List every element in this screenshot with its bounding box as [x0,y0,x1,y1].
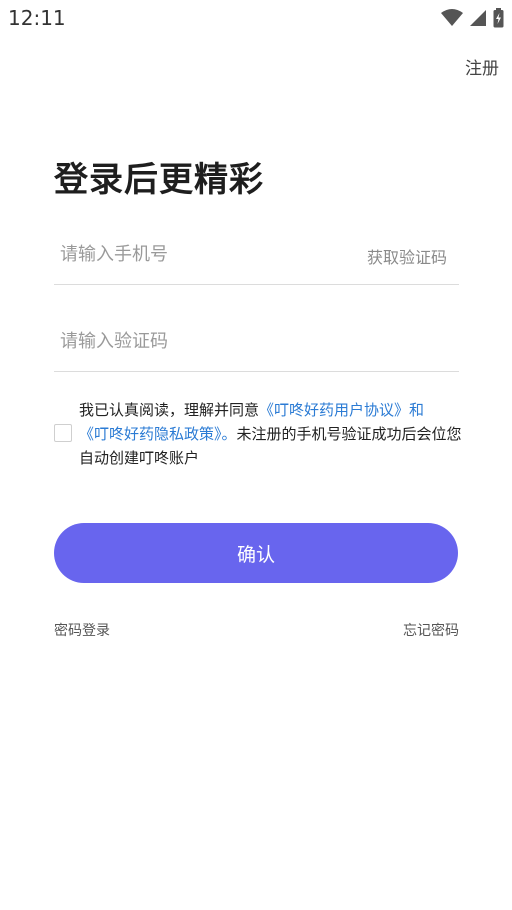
agreement-checkbox[interactable] [54,424,72,442]
battery-icon [493,8,504,28]
page-title: 登录后更精彩 [54,160,264,200]
agreement-text: 我已认真阅读，理解并同意《叮咚好药用户协议》和 《叮咚好药隐私政策》。未注册的手机… [79,398,464,470]
get-code-button[interactable]: 获取验证码 [367,244,447,268]
phone-input[interactable] [54,226,340,282]
code-input[interactable] [54,313,340,369]
status-bar: 12:11 [0,0,512,34]
password-login-link[interactable]: 密码登录 [54,620,110,640]
status-time: 12:11 [8,6,66,30]
privacy-policy-link[interactable]: 《叮咚好药隐私政策》。 [79,425,237,443]
agreement-conjunction: 和 [409,401,425,419]
user-agreement-link[interactable]: 《叮咚好药用户协议》 [259,401,409,419]
status-icons [441,8,504,28]
signal-icon [470,10,486,26]
code-field [54,313,459,372]
agreement-prefix: 我已认真阅读，理解并同意 [79,401,260,419]
confirm-button[interactable]: 确认 [54,523,458,583]
wifi-icon [441,9,463,26]
register-link[interactable]: 注册 [465,54,499,79]
phone-field: 获取验证码 [54,226,459,285]
forgot-password-link[interactable]: 忘记密码 [403,620,459,640]
